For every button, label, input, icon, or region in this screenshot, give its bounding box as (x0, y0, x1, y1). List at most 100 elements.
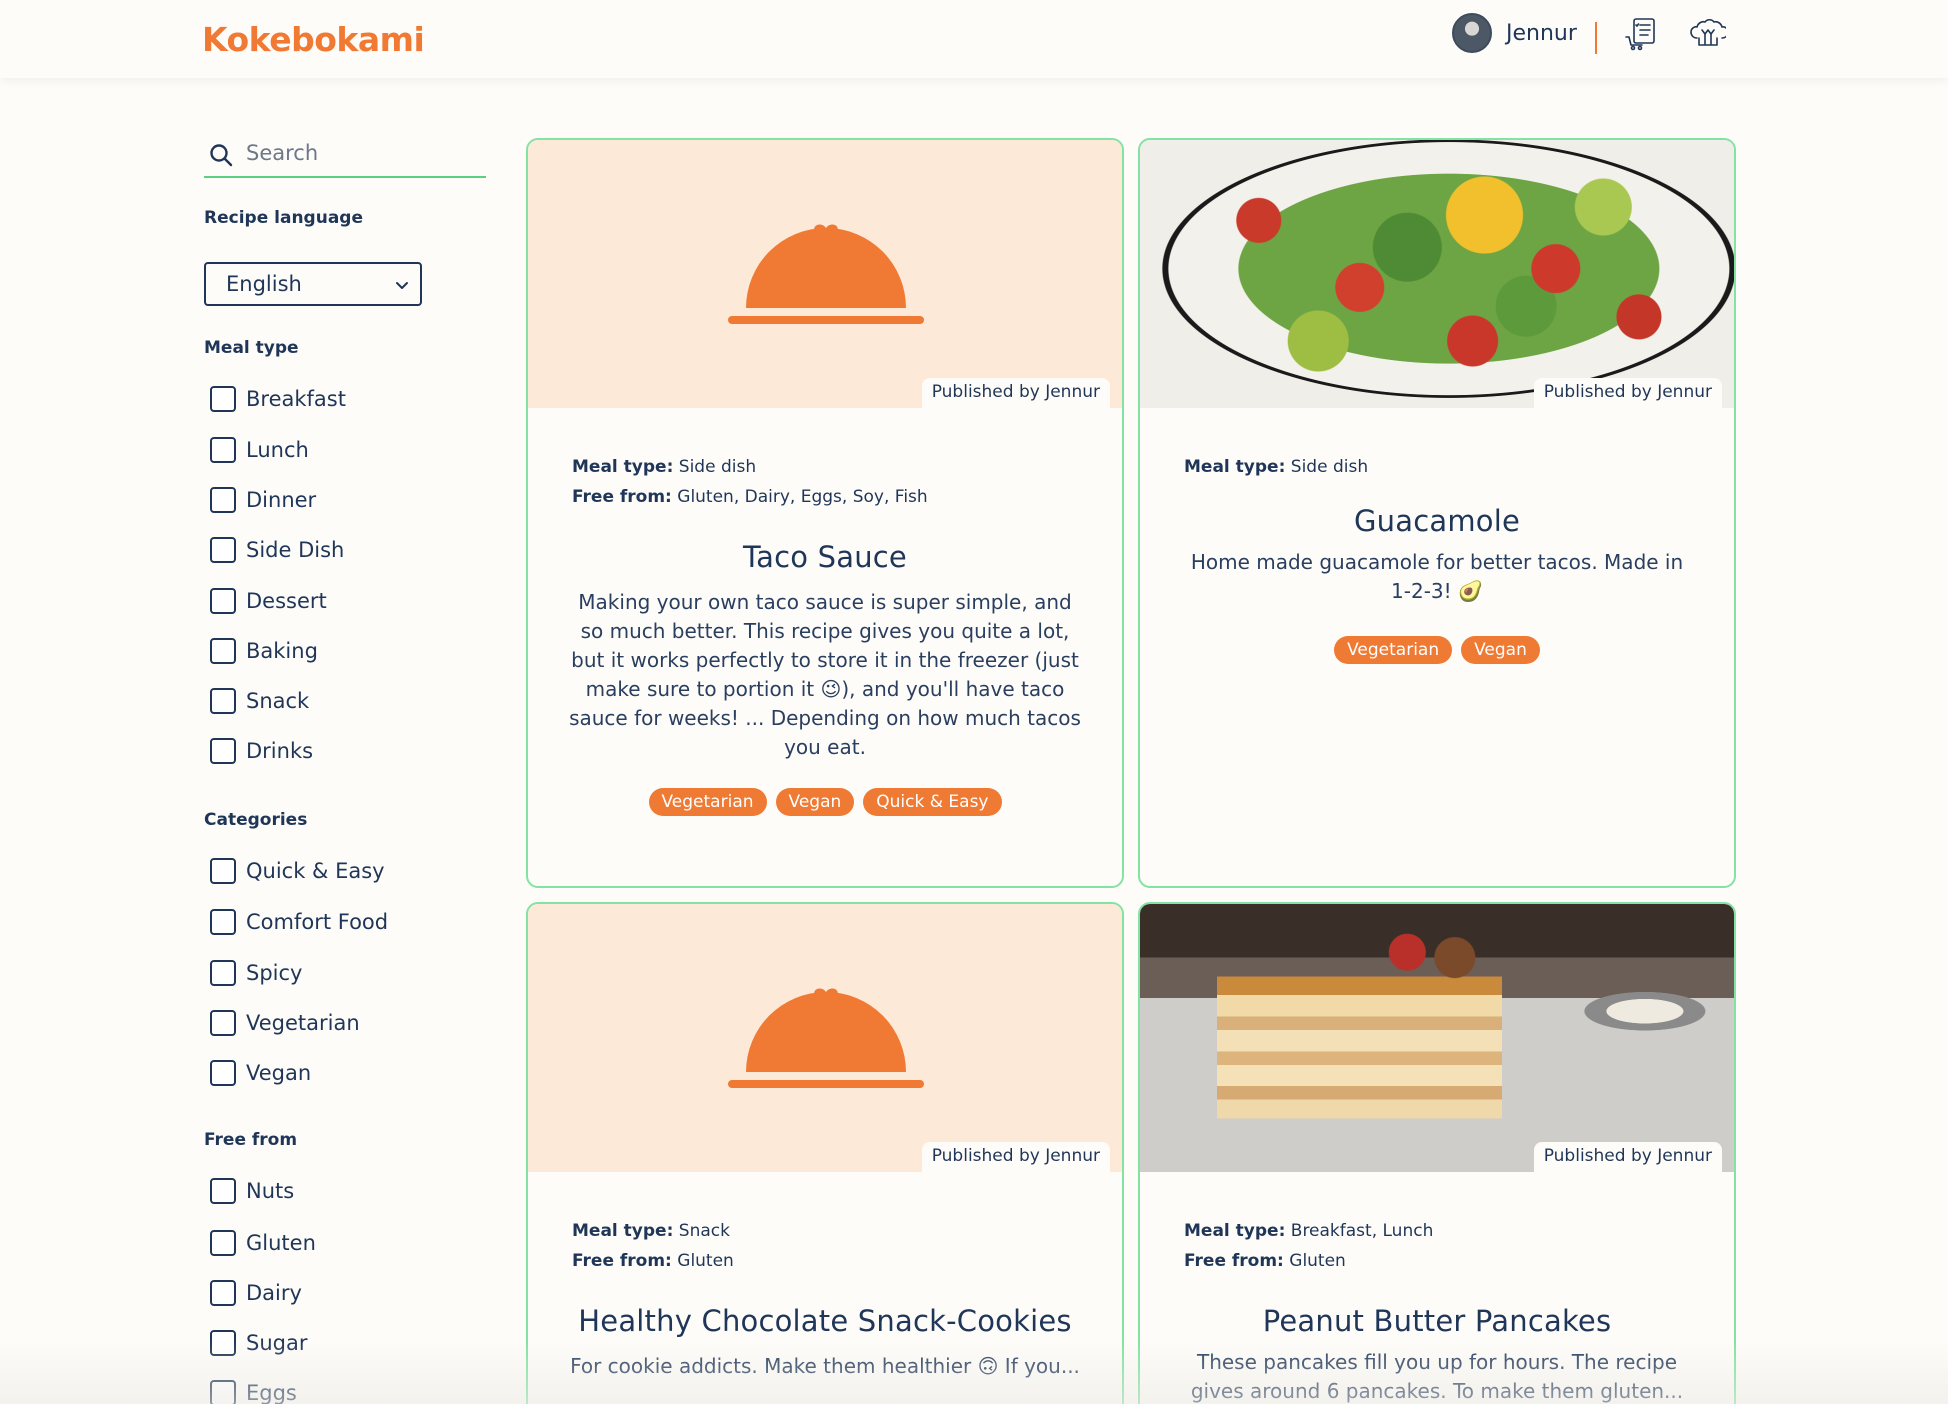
recipe-title[interactable]: Peanut Butter Pancakes (1140, 1304, 1734, 1338)
checkbox-label: Dairy (246, 1281, 302, 1305)
filter-vegan[interactable]: Vegan (210, 1058, 311, 1088)
recipe-meta: Meal type: Breakfast, Lunch Free from: G… (1140, 1216, 1734, 1276)
checkbox[interactable] (210, 1280, 236, 1306)
recipe-card[interactable]: Published by Jennur Meal type: Snack Fre… (526, 902, 1124, 1404)
free-from-key: Free from: (1184, 1251, 1284, 1271)
recipe-meta: Meal type: Snack Free from: Gluten (528, 1216, 1122, 1276)
recipe-image-placeholder: Published by Jennur (528, 904, 1122, 1172)
user-name[interactable]: Jennur (1506, 21, 1577, 46)
filter-dessert[interactable]: Dessert (210, 586, 327, 616)
checkbox[interactable] (210, 1060, 236, 1086)
search-bar[interactable] (204, 130, 486, 178)
meal-type-key: Meal type: (572, 457, 674, 477)
tag-vegan[interactable]: Vegan (1461, 636, 1540, 664)
filter-lunch[interactable]: Lunch (210, 435, 309, 465)
meal-type-key: Meal type: (1184, 1221, 1286, 1241)
language-selected-value: English (226, 272, 302, 296)
filter-side-dish[interactable]: Side Dish (210, 535, 344, 565)
header-divider (1595, 22, 1597, 54)
published-by-label: Published by Jennur (1533, 1142, 1722, 1172)
filter-dairy[interactable]: Dairy (210, 1278, 302, 1308)
free-from-value: Gluten (677, 1251, 734, 1271)
checkbox-label: Drinks (246, 739, 314, 763)
recipe-photo: Published by Jennur (1140, 140, 1734, 408)
recipe-card[interactable]: Published by Jennur Meal type: Side dish… (526, 138, 1124, 888)
checkbox-label: Gluten (246, 1231, 316, 1255)
chevron-down-icon (396, 282, 408, 289)
checkbox[interactable] (210, 858, 236, 884)
free-from-key: Free from: (572, 1251, 672, 1271)
app-logo[interactable]: Kokebokami (202, 20, 425, 59)
filter-comfort-food[interactable]: Comfort Food (210, 907, 388, 937)
recipe-title[interactable]: Taco Sauce (528, 540, 1122, 574)
filter-sugar[interactable]: Sugar (210, 1328, 307, 1358)
checkbox[interactable] (210, 487, 236, 513)
meal-type-value: Snack (678, 1221, 730, 1241)
tag-quick-easy[interactable]: Quick & Easy (863, 788, 1002, 816)
checkbox[interactable] (210, 1380, 236, 1404)
checkbox[interactable] (210, 909, 236, 935)
checkbox-label: Lunch (246, 438, 309, 462)
checkbox-label: Dessert (246, 589, 327, 613)
recipe-description: Home made guacamole for better tacos. Ma… (1190, 550, 1684, 603)
shopping-list-icon[interactable] (1624, 16, 1660, 52)
checkbox[interactable] (210, 738, 236, 764)
checkbox[interactable] (210, 537, 236, 563)
recipe-card[interactable]: Published by Jennur Meal type: Side dish… (1138, 138, 1736, 888)
search-icon (210, 144, 233, 167)
filter-nuts[interactable]: Nuts (210, 1176, 294, 1206)
recipe-card[interactable]: Published by Jennur Meal type: Breakfast… (1138, 902, 1736, 1404)
categories-title: Categories (204, 810, 308, 830)
checkbox-label: Quick & Easy (246, 859, 385, 883)
checkbox[interactable] (210, 1010, 236, 1036)
checkbox[interactable] (210, 638, 236, 664)
checkbox[interactable] (210, 1178, 236, 1204)
tag-vegetarian[interactable]: Vegetarian (648, 788, 767, 816)
recipe-title[interactable]: Healthy Chocolate Snack-Cookies (528, 1304, 1122, 1338)
recipe-description: These pancakes fill you up for hours. Th… (1190, 1350, 1684, 1403)
checkbox[interactable] (210, 1330, 236, 1356)
filter-snack[interactable]: Snack (210, 686, 309, 716)
search-input[interactable] (246, 136, 476, 170)
checkbox-label: Spicy (246, 961, 303, 985)
meal-type-key: Meal type: (1184, 457, 1286, 477)
filter-breakfast[interactable]: Breakfast (210, 384, 346, 414)
recipe-title[interactable]: Guacamole (1140, 504, 1734, 538)
tag-vegan[interactable]: Vegan (775, 788, 855, 816)
checkbox[interactable] (210, 386, 236, 412)
filter-spicy[interactable]: Spicy (210, 958, 302, 988)
checkbox-label: Breakfast (246, 387, 346, 411)
avatar[interactable] (1452, 13, 1492, 53)
filter-quick-easy[interactable]: Quick & Easy (210, 856, 385, 886)
meal-type-value: Side dish (1290, 457, 1369, 477)
user-profile[interactable]: Jennur (1452, 12, 1577, 54)
checkbox-label: Snack (246, 689, 310, 713)
filter-eggs[interactable]: Eggs (210, 1378, 297, 1404)
checkbox[interactable] (210, 1230, 236, 1256)
filter-gluten[interactable]: Gluten (210, 1228, 316, 1258)
filter-baking[interactable]: Baking (210, 636, 318, 666)
chef-hat-icon[interactable] (1688, 16, 1729, 52)
published-by-label: Published by Jennur (921, 378, 1110, 408)
recipe-image-placeholder: Published by Jennur (528, 140, 1122, 408)
tag-vegetarian[interactable]: Vegetarian (1334, 636, 1453, 664)
checkbox[interactable] (210, 437, 236, 463)
checkbox-label: Baking (246, 639, 318, 663)
recipe-tags: Vegetarian Vegan Quick & Easy (528, 788, 1122, 816)
checkbox-label: Comfort Food (246, 910, 389, 934)
published-by-label: Published by Jennur (921, 1142, 1110, 1172)
recipe-photo: Published by Jennur (1140, 904, 1734, 1172)
top-header: Kokebokami Jennur (0, 0, 1948, 78)
filter-drinks[interactable]: Drinks (210, 736, 313, 766)
filter-vegetarian[interactable]: Vegetarian (210, 1008, 360, 1038)
recipe-description: Making your own taco sauce is super simp… (569, 590, 1081, 759)
checkbox[interactable] (210, 960, 236, 986)
language-select[interactable]: English (204, 262, 422, 306)
recipe-meta: Meal type: Side dish (1140, 452, 1734, 482)
cloche-icon (728, 224, 924, 324)
meal-type-title: Meal type (204, 338, 299, 358)
checkbox[interactable] (210, 588, 236, 614)
checkbox[interactable] (210, 688, 236, 714)
filter-dinner[interactable]: Dinner (210, 485, 316, 515)
checkbox-label: Dinner (246, 488, 317, 512)
